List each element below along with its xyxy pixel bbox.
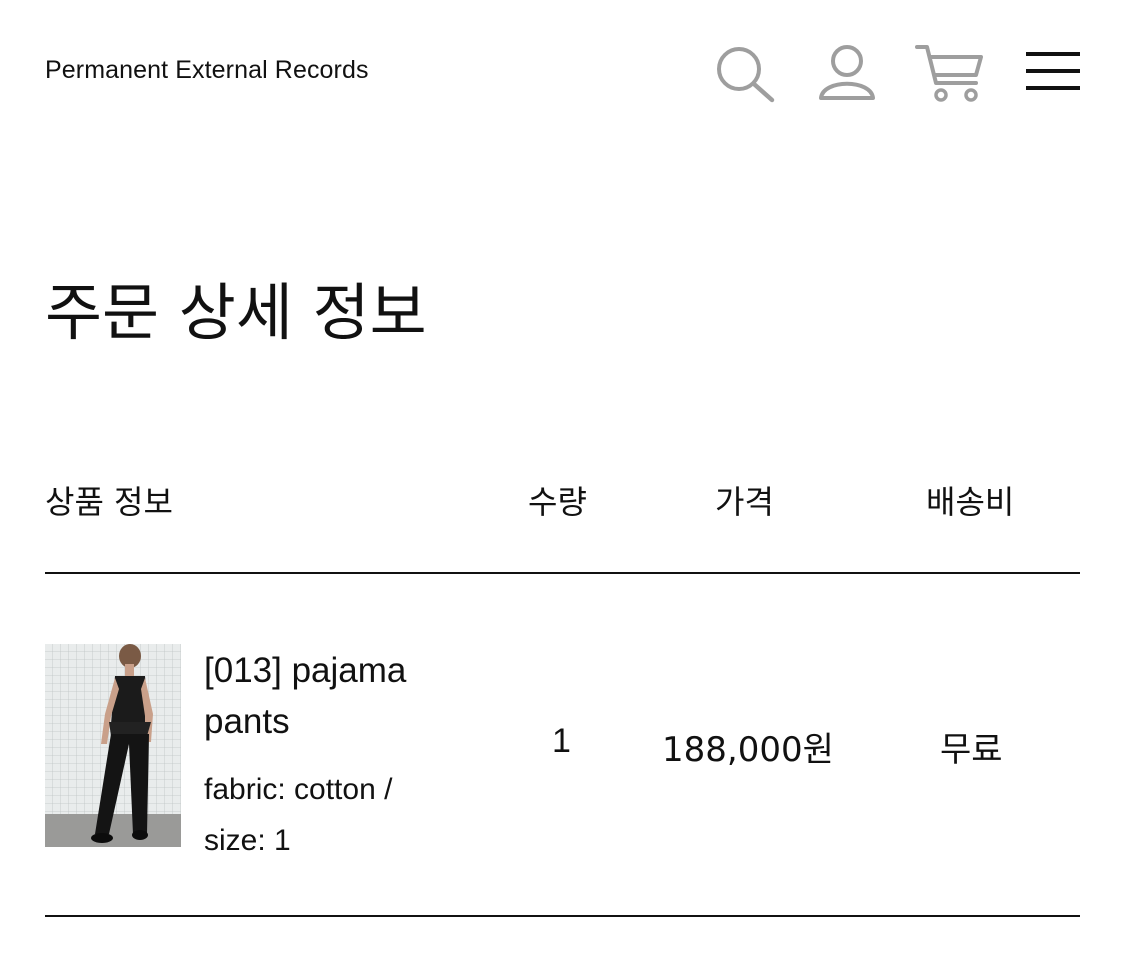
user-icon[interactable] xyxy=(816,43,878,103)
menu-icon[interactable] xyxy=(1025,50,1081,94)
table-divider-top xyxy=(45,572,1080,574)
quantity-value: 1 xyxy=(552,722,571,760)
column-header-price: 가격 xyxy=(715,483,774,521)
column-header-product: 상품 정보 xyxy=(45,483,173,521)
column-header-quantity: 수량 xyxy=(528,483,587,521)
shipping-fee-value: 무료 xyxy=(940,730,1003,770)
brand-logo[interactable]: Permanent External Records xyxy=(45,56,369,85)
product-thumbnail[interactable] xyxy=(45,644,181,847)
page-title: 주문 상세 정보 xyxy=(45,276,427,349)
product-options: fabric: cotton / size: 1 xyxy=(204,773,393,857)
column-header-shipping: 배송비 xyxy=(926,483,1015,521)
product-name[interactable]: [013] pajama pants xyxy=(204,645,464,747)
table-divider-bottom xyxy=(45,915,1080,917)
price-value: 188,000원 xyxy=(662,730,834,770)
cart-icon[interactable] xyxy=(914,43,986,105)
search-icon[interactable] xyxy=(714,44,776,104)
